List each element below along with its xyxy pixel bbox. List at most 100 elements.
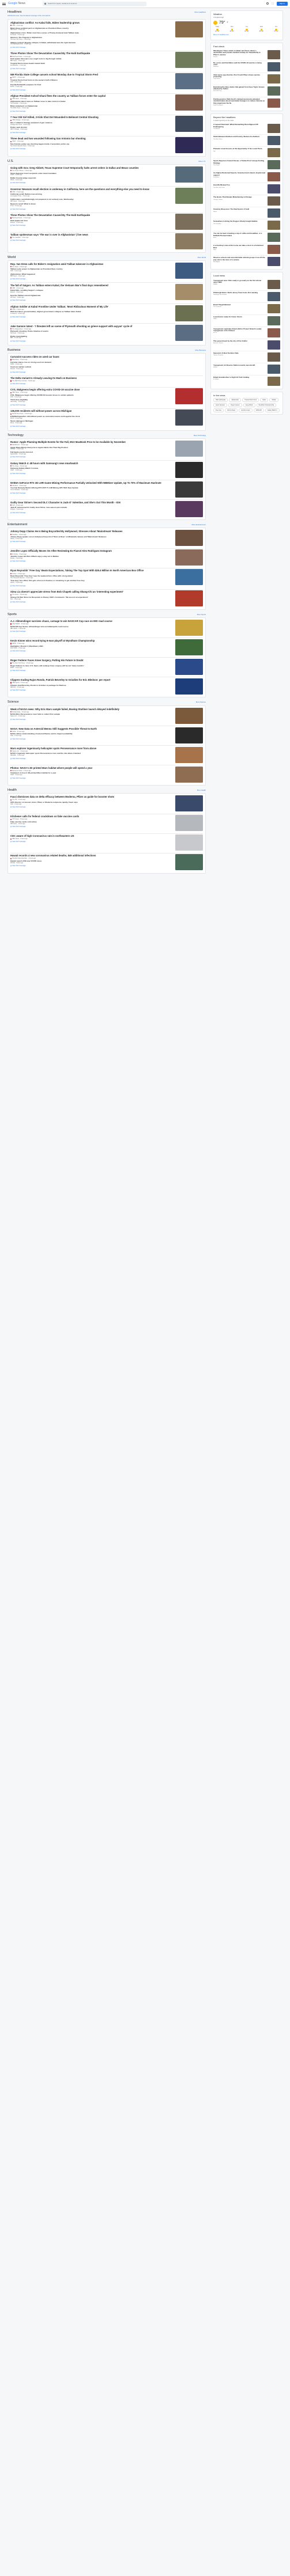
beyond-item-headline[interactable]: Pinnacle Loved lessons at the Opportunit… (213, 148, 266, 150)
full-coverage-link[interactable]: View Full Coverage (10, 719, 172, 721)
more-link[interactable]: More Science (196, 701, 206, 704)
story-thumbnail[interactable] (175, 305, 203, 321)
story-thumbnail[interactable] (175, 569, 203, 586)
headline-link[interactable]: Governor Newsom recall election is under… (10, 188, 172, 191)
full-coverage-link[interactable]: View Full Coverage (10, 371, 203, 374)
full-coverage-link[interactable]: View Full Coverage (10, 560, 172, 563)
beyond-item[interactable]: Pinnacle Loved lessons at the Opportunit… (213, 147, 280, 160)
factcheck-item-headline[interactable]: Examining the false claims that gained f… (213, 86, 266, 90)
full-coverage-link[interactable]: View Full Coverage (10, 148, 172, 150)
story-thumbnail[interactable] (175, 116, 203, 132)
local-item-thumbnail[interactable] (268, 352, 280, 362)
beyond-item-thumbnail[interactable] (268, 160, 280, 170)
beyond-item-thumbnail[interactable] (268, 233, 280, 242)
headline-link[interactable]: Going with Gov. Greg Abbott, Texas Supre… (10, 166, 172, 169)
section-title[interactable]: Business (7, 348, 20, 352)
section-title[interactable]: Sports (7, 613, 17, 617)
factcheck-item-thumbnail[interactable] (268, 62, 280, 71)
headline-link[interactable]: Ryan Reynolds' 'Free Guy' Beats Expectat… (10, 569, 172, 572)
headline-link[interactable]: NASA: New Data on Asteroid Bennu Still S… (10, 727, 172, 730)
full-coverage-link[interactable]: View Full Coverage (10, 758, 172, 760)
story-thumbnail[interactable] (175, 678, 203, 695)
headline-link[interactable]: Three Photos Show The Devastation Caused… (10, 52, 172, 55)
beyond-item[interactable]: How We Mislead You The New York Times (213, 183, 280, 196)
beyond-item-headline[interactable]: You can be beat to beating a cap of coff… (213, 233, 266, 237)
full-coverage-link[interactable]: View Full Coverage (10, 316, 172, 318)
topic-chip[interactable]: Free Guy (213, 408, 224, 413)
beyond-item[interactable]: An Afghan Reckoned Experts, Surprised an… (213, 171, 280, 184)
local-item[interactable]: Board Taught Blasted The Vindicator (213, 303, 280, 315)
full-coverage-link[interactable]: View Full Coverage (10, 738, 172, 741)
section-title[interactable]: Headlines (7, 10, 21, 14)
more-link[interactable]: More Technology (194, 434, 206, 437)
beyond-item-thumbnail[interactable] (268, 172, 280, 182)
story-thumbnail[interactable] (175, 262, 203, 279)
full-coverage-link[interactable]: View Full Coverage (10, 512, 172, 514)
beyond-item-thumbnail[interactable] (268, 124, 280, 134)
story-thumbnail[interactable] (175, 73, 203, 90)
full-coverage-link[interactable]: View Full Coverage (10, 777, 172, 780)
story-thumbnail[interactable] (175, 388, 203, 405)
beyond-item-headline[interactable]: Stuck Between Nowhere and Poverty, Women… (213, 136, 266, 138)
weather-location[interactable]: Youngsborough (213, 17, 280, 18)
story-thumbnail[interactable] (175, 854, 203, 871)
headline-link[interactable]: Roger Federer Faces Knee Surgery, Puttin… (10, 659, 172, 662)
full-coverage-link[interactable]: View Full Coverage (10, 278, 172, 280)
headline-link[interactable]: Photos: NASA's 2D printed Mars habitat w… (10, 767, 172, 769)
full-coverage-link[interactable]: View Full Coverage (10, 182, 172, 184)
full-coverage-link[interactable]: View Full Coverage (10, 650, 172, 652)
headline-link[interactable]: 7 Year Old Girl Killed, 3 Kids Shot Dot … (10, 116, 172, 119)
local-item-thumbnail[interactable] (268, 376, 280, 386)
factcheck-item[interactable]: Washington Times article on Biden and Fa… (213, 49, 280, 61)
sign-in-button[interactable]: Sign in (276, 2, 288, 6)
story-thumbnail[interactable] (175, 834, 203, 851)
section-title[interactable]: Science (7, 700, 19, 704)
headline-link[interactable]: 136,000 residents will without power acr… (10, 409, 172, 412)
more-link[interactable]: More Entertainment (191, 524, 206, 526)
local-item-thumbnail[interactable] (268, 316, 280, 325)
story-thumbnail[interactable] (175, 590, 203, 607)
full-coverage-link[interactable]: View Full Coverage (10, 240, 172, 242)
full-coverage-link[interactable]: View Full Coverage (10, 670, 172, 672)
topic-chip[interactable]: Kabul (260, 397, 269, 402)
factcheck-item[interactable]: Examining the false claims that gained f… (213, 85, 280, 97)
story-thumbnail[interactable] (175, 214, 203, 230)
story-thumbnail[interactable] (175, 658, 203, 675)
headline-link[interactable]: A.J. Allmendinger survives chaos, carnag… (10, 620, 172, 623)
local-item[interactable]: Youngstown Lawmaker Enacts Bill to Prote… (213, 327, 280, 339)
headline-link[interactable]: Taliban spokesman says 'The war is over … (10, 233, 172, 236)
full-coverage-link[interactable]: View Full Coverage (10, 132, 172, 134)
headline-link[interactable]: Jake Gannon latest - 'I threaten left as… (10, 325, 172, 328)
beyond-item-thumbnail[interactable] (268, 136, 280, 146)
story-thumbnail[interactable] (175, 549, 203, 566)
headline-link[interactable]: CDC aware of high Coronavirus rate in no… (10, 834, 172, 837)
full-coverage-link[interactable]: View Full Coverage (10, 111, 172, 113)
local-item[interactable]: This ground level by the city of Fire Cr… (213, 339, 280, 351)
headline-link[interactable]: Jennifer Lopez Officially Moves On After… (10, 549, 172, 552)
more-link[interactable]: More Health (197, 789, 206, 792)
factcheck-item[interactable]: No, posts said that Biden said the COVID… (213, 61, 280, 73)
story-thumbnail[interactable] (175, 461, 203, 478)
headline-link[interactable]: NM Florida State College canceis school … (10, 73, 172, 76)
story-thumbnail[interactable] (175, 166, 203, 183)
more-link[interactable]: More U.S. (198, 160, 206, 163)
factcheck-item-thumbnail[interactable] (268, 98, 280, 108)
local-item-headline[interactable]: Youngstown Air Reserve Station unveils n… (213, 364, 266, 367)
covid-banner-link[interactable]: COVID-19 news: See the latest coverage o… (7, 14, 206, 17)
apps-icon[interactable] (271, 2, 274, 5)
factcheck-item[interactable]: Florida governor Rick Scott's claimed pr… (213, 97, 280, 109)
full-coverage-link[interactable]: View Full Coverage (10, 601, 172, 604)
beyond-item[interactable]: Uncanny Obsession: The Real Secret of Go… (213, 207, 280, 220)
local-item-headline[interactable]: Local doctor ready for Grace: Storm (213, 316, 266, 318)
beyond-item-headline[interactable]: Somewhere to Bring the Oxygen: Mostly In… (213, 221, 266, 223)
headline-link[interactable]: CVS, Walgreens begin offering extra COVI… (10, 388, 172, 391)
search-input[interactable]: Search for topics, locations & sources (43, 1, 147, 6)
headline-link[interactable]: Rep. Van Drew calls for Biden's resignat… (10, 263, 172, 265)
full-coverage-link[interactable]: View Full Coverage (10, 404, 172, 407)
temp-unit[interactable]: F (227, 21, 228, 24)
local-item-headline[interactable]: Youngstown area: Ohio ready to go nearly… (213, 279, 266, 284)
topic-chip[interactable]: Roger Federer (228, 403, 242, 408)
story-thumbnail[interactable] (175, 766, 203, 783)
beyond-item-headline[interactable]: An Afghan Reckoned Experts, Surprised an… (213, 172, 266, 176)
headline-link[interactable]: Mars explorer ingeniously helicopter spo… (10, 747, 172, 750)
